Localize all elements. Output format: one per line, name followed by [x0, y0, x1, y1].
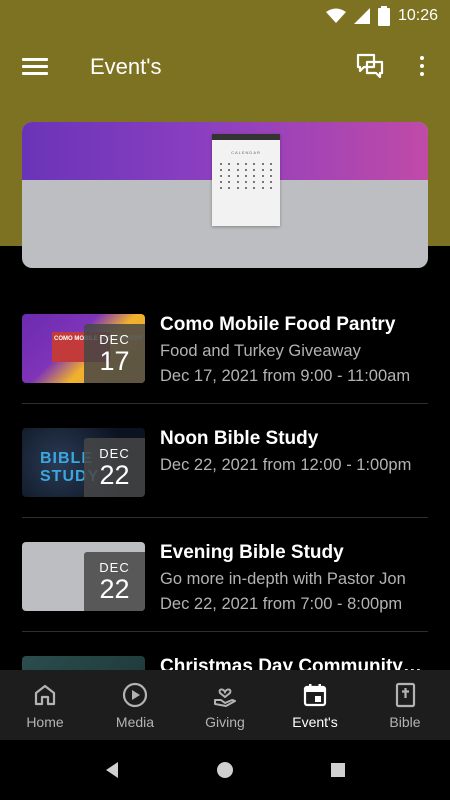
status-time: 10:26 [397, 7, 438, 24]
more-options-button[interactable] [412, 52, 432, 80]
event-title: Como Mobile Food Pantry [160, 314, 396, 335]
nav-events[interactable]: Event's [270, 670, 360, 740]
event-thumbnail: DEC 22 [22, 542, 145, 611]
status-bar: 10:26 [0, 0, 450, 32]
event-subtitle: Go more in-depth with Pastor Jon [160, 570, 406, 588]
event-list: COMO MOBILE FOOD PANTRY DEC 17 Como Mobi… [0, 290, 450, 670]
calendar-icon [303, 684, 327, 707]
event-thumbnail: BIBLE STUDY DEC 22 [22, 428, 145, 497]
calendar-graphic: CALENDAR [212, 134, 280, 226]
hamburger-icon [22, 58, 48, 61]
date-badge: DEC 17 [84, 324, 145, 383]
event-item-food-pantry[interactable]: COMO MOBILE FOOD PANTRY DEC 17 Como Mobi… [22, 290, 428, 404]
event-datetime: Dec 22, 2021 from 12:00 - 1:00pm [160, 456, 412, 474]
recents-square-icon[interactable] [328, 760, 348, 780]
back-triangle-icon[interactable] [102, 760, 122, 780]
nav-giving[interactable]: Giving [180, 670, 270, 740]
event-datetime: Dec 22, 2021 from 7:00 - 8:00pm [160, 595, 403, 613]
featured-banner[interactable]: CALENDAR [22, 122, 428, 268]
nav-home[interactable]: Home [0, 670, 90, 740]
home-icon [34, 684, 56, 706]
nav-media[interactable]: Media [90, 670, 180, 740]
event-title: Evening Bible Study [160, 542, 344, 563]
event-item-christmas-day[interactable]: Christmas Day Community ... [22, 632, 428, 670]
signal-icon [353, 8, 370, 24]
bible-icon [395, 682, 416, 708]
event-title: Christmas Day Community ... [160, 656, 422, 670]
event-title: Noon Bible Study [160, 428, 319, 449]
date-badge: DEC 22 [84, 438, 145, 497]
chat-button[interactable] [356, 52, 384, 80]
event-thumbnail: COMO MOBILE FOOD PANTRY DEC 17 [22, 314, 145, 383]
app-bar: Event's [0, 32, 450, 100]
bottom-navigation: Home Media Giving Event's Bible [0, 670, 450, 740]
giving-hand-heart-icon [214, 688, 236, 707]
date-badge: DEC 22 [84, 552, 145, 611]
menu-button[interactable] [22, 54, 48, 78]
event-item-evening-bible-study[interactable]: DEC 22 Evening Bible Study Go more in-de… [22, 518, 428, 632]
event-thumbnail [22, 656, 145, 670]
home-circle-icon[interactable] [215, 760, 235, 780]
more-vert-icon [420, 56, 424, 60]
chat-icon [356, 53, 384, 79]
event-datetime: Dec 17, 2021 from 9:00 - 11:00am [160, 367, 411, 385]
battery-icon [377, 6, 390, 26]
play-circle-icon [122, 682, 148, 708]
event-subtitle: Food and Turkey Giveaway [160, 342, 361, 360]
wifi-icon [325, 8, 346, 23]
system-navigation-bar [0, 740, 450, 800]
nav-bible[interactable]: Bible [360, 670, 450, 740]
event-item-noon-bible-study[interactable]: BIBLE STUDY DEC 22 Noon Bible Study Dec … [22, 404, 428, 518]
page-title: Event's [90, 54, 162, 79]
